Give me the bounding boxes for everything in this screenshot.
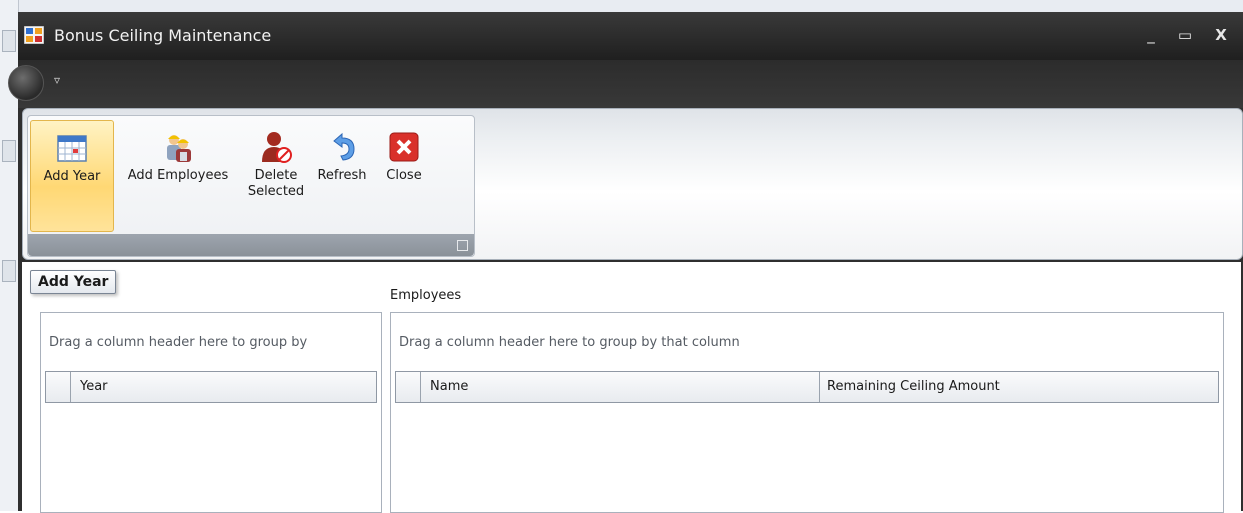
column-divider[interactable]	[819, 372, 820, 402]
close-label: Close	[386, 168, 422, 183]
dialog-launcher-icon[interactable]	[457, 240, 468, 251]
employees-group-panel-hint[interactable]: Drag a column header here to group by th…	[399, 335, 740, 350]
window-title: Bonus Ceiling Maintenance	[54, 26, 272, 45]
delete-selected-button[interactable]: Delete Selected	[244, 120, 308, 230]
add-year-tooltip: Add Year	[30, 270, 117, 294]
delete-selected-label: Delete Selected	[247, 168, 305, 199]
calendar-icon	[57, 135, 87, 162]
refresh-icon	[333, 132, 355, 161]
delete-person-icon	[262, 132, 292, 163]
close-window-button[interactable]: X	[1208, 24, 1234, 46]
add-employees-button[interactable]: Add Employees	[116, 120, 240, 230]
refresh-button[interactable]: Refresh	[312, 120, 372, 230]
workers-icon	[167, 135, 191, 162]
background-fragment	[2, 140, 16, 162]
row-indicator-header	[46, 372, 71, 402]
application-orb-button[interactable]	[8, 65, 44, 101]
row-indicator-header	[396, 372, 421, 402]
column-header-year[interactable]: Year	[80, 379, 108, 394]
ribbon-group-actions: Add Year Add Employees Delete Selected R…	[27, 115, 475, 257]
background-fragment	[2, 30, 16, 52]
qat-customize-dropdown[interactable]: ▿	[54, 73, 60, 87]
ribbon-group-footer	[28, 234, 474, 256]
year-grid[interactable]: Drag a column header here to group by Ye…	[40, 312, 382, 513]
employees-section-label: Employees	[390, 288, 462, 303]
close-button[interactable]: Close	[374, 120, 434, 230]
ribbon: Add Year Add Employees Delete Selected R…	[22, 108, 1243, 260]
minimize-button[interactable]: _	[1138, 24, 1164, 46]
refresh-label: Refresh	[317, 168, 367, 183]
employees-grid[interactable]: Drag a column header here to group by th…	[390, 312, 1224, 513]
column-header-name[interactable]: Name	[430, 379, 468, 394]
add-year-button[interactable]: Add Year	[30, 120, 114, 232]
close-red-icon	[389, 132, 419, 162]
main-window: Bonus Ceiling Maintenance _ ▭ X ▿ Add Ye…	[8, 12, 1243, 513]
quick-access-toolbar: ▿	[8, 60, 1243, 108]
title-bar[interactable]: Bonus Ceiling Maintenance _ ▭ X	[18, 12, 1243, 60]
add-year-label: Add Year	[43, 169, 101, 184]
column-header-remaining-ceiling-amount[interactable]: Remaining Ceiling Amount	[827, 379, 1000, 394]
employees-grid-header: Name Remaining Ceiling Amount	[395, 371, 1219, 403]
app-icon	[24, 26, 44, 44]
background-fragment	[2, 260, 16, 282]
content-area: Employees Drag a column header here to g…	[22, 262, 1241, 513]
add-employees-label: Add Employees	[127, 168, 229, 183]
year-grid-header: Year	[45, 371, 377, 403]
maximize-button[interactable]: ▭	[1172, 24, 1198, 46]
year-group-panel-hint[interactable]: Drag a column header here to group by	[49, 335, 307, 350]
